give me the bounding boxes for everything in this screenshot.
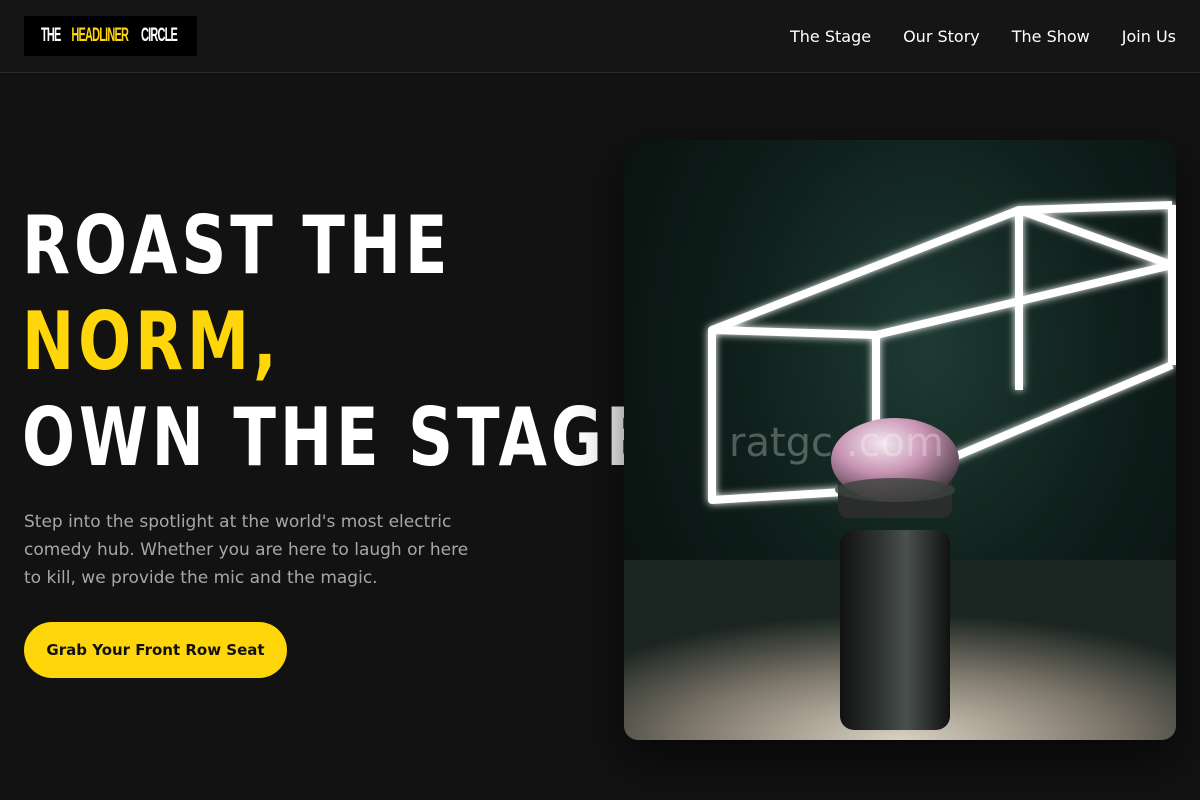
headline-line-1: ROAST THE — [22, 199, 452, 292]
nav-link-join-us[interactable]: Join Us — [1122, 27, 1176, 47]
image-watermark: ratgc .com — [729, 420, 944, 466]
main-nav: The Stage Our Story The Show Join Us — [790, 26, 1176, 48]
nav-link-our-story[interactable]: Our Story — [903, 27, 980, 47]
headline-line-3: OWN THE STAGE. — [22, 391, 681, 484]
hero-image: ratgc .com — [624, 140, 1176, 740]
brand-part-1: THE — [41, 25, 61, 46]
brand-logo[interactable]: THE HEADLINER CIRCLE — [24, 16, 197, 56]
hero-description: Step into the spotlight at the world's m… — [24, 512, 469, 588]
nav-link-the-show[interactable]: The Show — [1012, 27, 1090, 47]
brand-part-3: CIRCLE — [141, 25, 178, 46]
site-header: THE HEADLINER CIRCLE The Stage Our Story T… — [0, 0, 1200, 73]
nav-link-the-stage[interactable]: The Stage — [790, 27, 871, 47]
headline-line-2: NORM, — [22, 295, 281, 388]
brand-part-2: HEADLINER — [71, 25, 130, 46]
front-row-seat-button[interactable]: Grab Your Front Row Seat — [24, 622, 287, 678]
hero-headline: ROAST THE NORM, OWN THE STAGE. — [22, 198, 681, 486]
